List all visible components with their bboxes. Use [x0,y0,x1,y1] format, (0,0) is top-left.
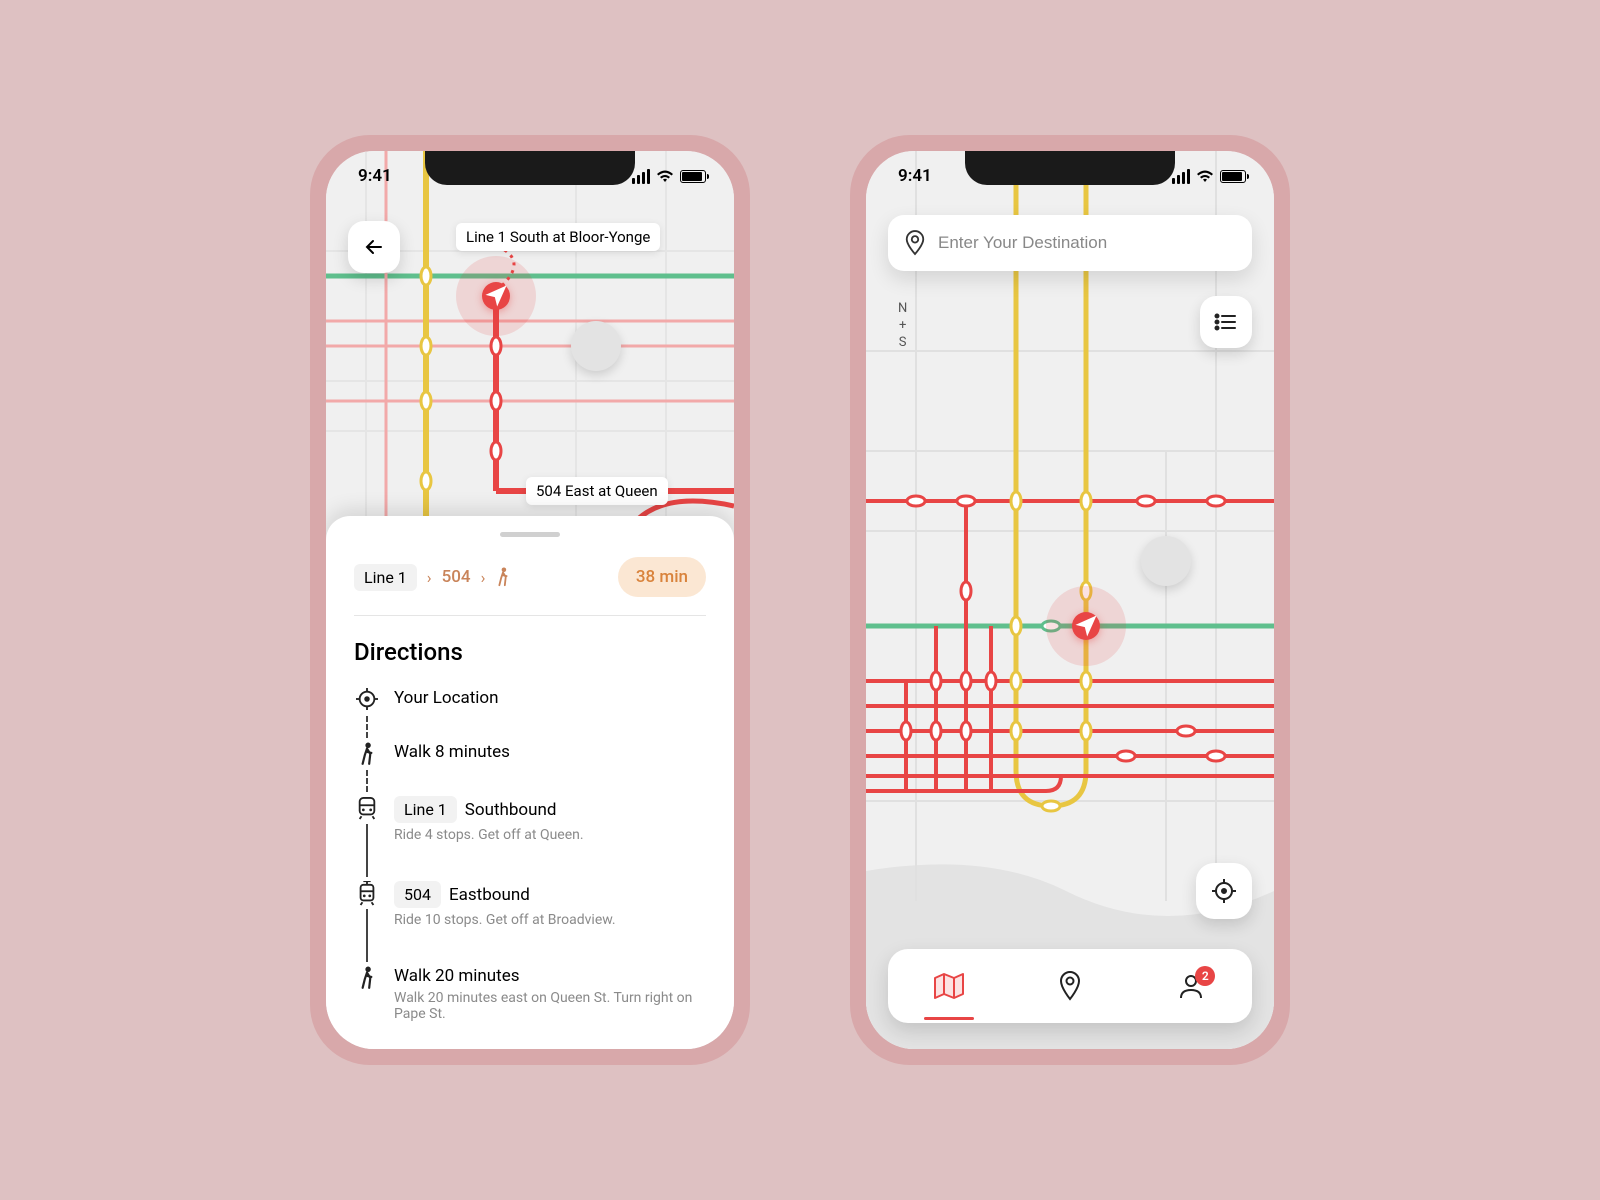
tab-places[interactable] [1030,971,1110,1001]
phone-map: 9:41 [850,135,1290,1065]
step-subtitle: Ride 10 stops. Get off at Broadview. [394,912,706,928]
current-location-marker [1072,612,1100,640]
step-direction: Southbound [465,800,557,820]
back-button[interactable] [348,221,400,273]
notch [965,151,1175,185]
wifi-icon [1196,169,1214,183]
pin-icon [1058,971,1082,1001]
directions-heading: Directions [354,638,706,666]
direction-step: Your Location [354,688,706,742]
step-chip: 504 [394,881,441,908]
tram-icon [356,881,378,907]
list-icon [1214,313,1238,331]
signal-icon [1172,169,1190,184]
map-callout-top: Line 1 South at Bloor-Yonge [456,223,660,251]
battery-icon [1220,170,1246,183]
walk-icon [495,567,511,587]
status-time: 9:41 [358,166,392,186]
map-icon [933,972,965,1000]
signal-icon [632,169,650,184]
tab-map[interactable] [909,972,989,1000]
compass-indicator: N + S [898,301,907,352]
step-subtitle: Ride 4 stops. Get off at Queen. [394,827,706,843]
tab-profile[interactable]: 2 [1151,972,1231,1000]
route-breadcrumb: Line 1 › 504 › [354,564,511,591]
walk-icon [358,742,376,766]
destination-input[interactable] [938,233,1236,253]
phone-directions: 9:41 [310,135,750,1065]
directions-list: Your Location Walk 8 minutes Line 1 Sout… [354,688,706,1032]
sheet-grabber[interactable] [500,532,560,537]
tab-bar: 2 [888,949,1252,1023]
chevron-right-icon: › [427,568,432,587]
crumb-line: Line 1 [354,564,417,591]
step-subtitle: Walk 20 minutes east on Queen St. Turn r… [394,990,706,1022]
locate-button[interactable] [1196,863,1252,919]
direction-step: Line 1 Southbound Ride 4 stops. Get off … [354,796,706,881]
duration-badge: 38 min [618,557,706,597]
step-chip: Line 1 [394,796,457,823]
wifi-icon [656,169,674,183]
direction-step: Walk 20 minutes Walk 20 minutes east on … [354,966,706,1032]
notification-badge: 2 [1195,966,1215,986]
current-location-marker [482,282,510,310]
step-direction: Eastbound [449,885,530,905]
status-time: 9:41 [898,166,932,186]
walk-icon [358,966,376,990]
direction-step: 504 Eastbound Ride 10 stops. Get off at … [354,881,706,966]
crosshair-icon [1211,878,1237,904]
directions-sheet[interactable]: Line 1 › 504 › 38 min Directions Your Lo… [326,516,734,1049]
step-title: Walk 20 minutes [394,966,520,986]
notch [425,151,635,185]
direction-step: Walk 8 minutes [354,742,706,796]
target-icon [356,688,378,710]
destination-search[interactable] [888,215,1252,271]
step-title: Your Location [394,688,499,708]
step-title: Walk 8 minutes [394,742,510,762]
battery-icon [680,170,706,183]
map-poi-marker [571,321,621,371]
pin-icon [904,230,926,256]
subway-icon [356,796,378,820]
map-poi-marker [1141,536,1191,586]
crumb-route: 504 [442,567,471,587]
map-callout-bottom: 504 East at Queen [526,477,668,505]
layers-button[interactable] [1200,296,1252,348]
arrow-left-icon [362,235,386,259]
chevron-right-icon: › [481,568,486,587]
